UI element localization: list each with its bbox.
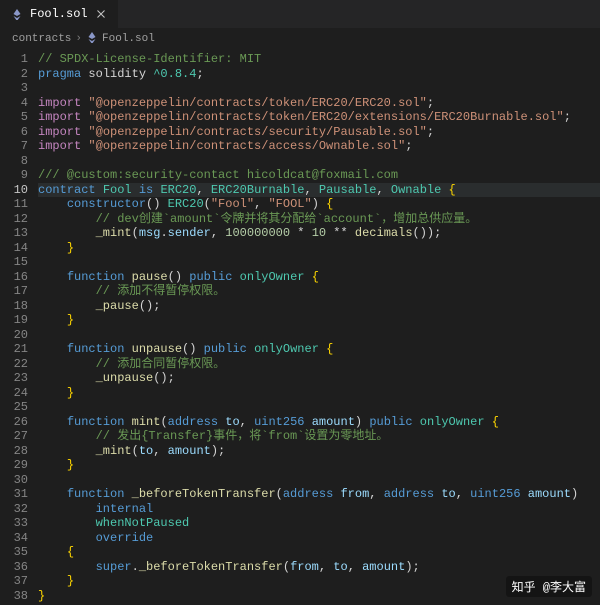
code-line[interactable]: whenNotPaused — [38, 516, 600, 531]
line-number: 27 — [0, 429, 28, 444]
code-line[interactable]: } — [38, 458, 600, 473]
line-number: 26 — [0, 415, 28, 430]
code-line[interactable]: function unpause() public onlyOwner { — [38, 342, 600, 357]
line-number: 5 — [0, 110, 28, 125]
code-line[interactable]: import "@openzeppelin/contracts/token/ER… — [38, 96, 600, 111]
code-line[interactable]: _pause(); — [38, 299, 600, 314]
code-line[interactable]: _mint(msg.sender, 100000000 * 10 ** deci… — [38, 226, 600, 241]
line-number: 14 — [0, 241, 28, 256]
line-number: 17 — [0, 284, 28, 299]
code-line[interactable]: pragma solidity ^0.8.4; — [38, 67, 600, 82]
code-line[interactable]: function pause() public onlyOwner { — [38, 270, 600, 285]
line-number: 28 — [0, 444, 28, 459]
code-area[interactable]: // SPDX-License-Identifier: MITpragma so… — [38, 50, 600, 605]
code-line[interactable]: super._beforeTokenTransfer(from, to, amo… — [38, 560, 600, 575]
code-line[interactable] — [38, 154, 600, 169]
code-line[interactable]: // 发出{Transfer}事件，将`from`设置为零地址。 — [38, 429, 600, 444]
line-number: 20 — [0, 328, 28, 343]
line-number: 33 — [0, 516, 28, 531]
line-number: 37 — [0, 574, 28, 589]
line-number: 29 — [0, 458, 28, 473]
line-number: 1 — [0, 52, 28, 67]
code-line[interactable]: _mint(to, amount); — [38, 444, 600, 459]
code-line[interactable]: import "@openzeppelin/contracts/token/ER… — [38, 110, 600, 125]
code-line[interactable]: override — [38, 531, 600, 546]
code-line[interactable]: } — [38, 386, 600, 401]
line-number: 6 — [0, 125, 28, 140]
line-number: 19 — [0, 313, 28, 328]
line-number: 24 — [0, 386, 28, 401]
code-line[interactable]: constructor() ERC20("Fool", "FOOL") { — [38, 197, 600, 212]
code-line[interactable]: contract Fool is ERC20, ERC20Burnable, P… — [38, 183, 600, 198]
code-line[interactable]: { — [38, 545, 600, 560]
line-number: 13 — [0, 226, 28, 241]
breadcrumb-file[interactable]: Fool.sol — [102, 33, 155, 45]
line-number: 22 — [0, 357, 28, 372]
line-number: 30 — [0, 473, 28, 488]
editor-tab-bar: Fool.sol — [0, 0, 600, 28]
line-number: 15 — [0, 255, 28, 270]
code-line[interactable]: internal — [38, 502, 600, 517]
code-line[interactable]: } — [38, 313, 600, 328]
solidity-file-icon — [86, 31, 98, 47]
close-icon[interactable] — [94, 7, 108, 21]
code-line[interactable]: _unpause(); — [38, 371, 600, 386]
line-number: 23 — [0, 371, 28, 386]
code-line[interactable] — [38, 255, 600, 270]
code-line[interactable]: // dev创建`amount`令牌并将其分配给`account`，增加总供应量… — [38, 212, 600, 227]
line-number: 9 — [0, 168, 28, 183]
code-editor[interactable]: 1234567891011121314151617181920212223242… — [0, 50, 600, 605]
code-line[interactable] — [38, 81, 600, 96]
code-line[interactable]: import "@openzeppelin/contracts/security… — [38, 125, 600, 140]
chevron-right-icon: › — [75, 33, 82, 45]
solidity-file-icon — [10, 7, 24, 21]
breadcrumb[interactable]: contracts › Fool.sol — [0, 28, 600, 50]
code-line[interactable]: // 添加不得暂停权限。 — [38, 284, 600, 299]
line-number: 34 — [0, 531, 28, 546]
line-number: 2 — [0, 67, 28, 82]
code-line[interactable] — [38, 400, 600, 415]
code-line[interactable]: } — [38, 241, 600, 256]
code-line[interactable]: // SPDX-License-Identifier: MIT — [38, 52, 600, 67]
line-number: 8 — [0, 154, 28, 169]
line-number: 32 — [0, 502, 28, 517]
code-line[interactable]: function mint(address to, uint256 amount… — [38, 415, 600, 430]
code-line[interactable]: /// @custom:security-contact hicoldcat@f… — [38, 168, 600, 183]
line-number: 38 — [0, 589, 28, 604]
code-line[interactable] — [38, 473, 600, 488]
watermark: 知乎 @李大富 — [506, 576, 592, 597]
line-number: 7 — [0, 139, 28, 154]
tab-filename: Fool.sol — [30, 7, 88, 21]
line-number: 18 — [0, 299, 28, 314]
breadcrumb-folder[interactable]: contracts — [12, 33, 71, 45]
line-number: 21 — [0, 342, 28, 357]
line-number: 12 — [0, 212, 28, 227]
line-gutter: 1234567891011121314151617181920212223242… — [0, 50, 38, 605]
line-number: 11 — [0, 197, 28, 212]
line-number: 10 — [0, 183, 28, 198]
line-number: 36 — [0, 560, 28, 575]
file-tab[interactable]: Fool.sol — [0, 0, 119, 28]
line-number: 35 — [0, 545, 28, 560]
line-number: 3 — [0, 81, 28, 96]
line-number: 25 — [0, 400, 28, 415]
code-line[interactable]: // 添加合同暂停权限。 — [38, 357, 600, 372]
line-number: 4 — [0, 96, 28, 111]
code-line[interactable]: function _beforeTokenTransfer(address fr… — [38, 487, 600, 502]
code-line[interactable]: import "@openzeppelin/contracts/access/O… — [38, 139, 600, 154]
line-number: 16 — [0, 270, 28, 285]
line-number: 31 — [0, 487, 28, 502]
code-line[interactable] — [38, 328, 600, 343]
